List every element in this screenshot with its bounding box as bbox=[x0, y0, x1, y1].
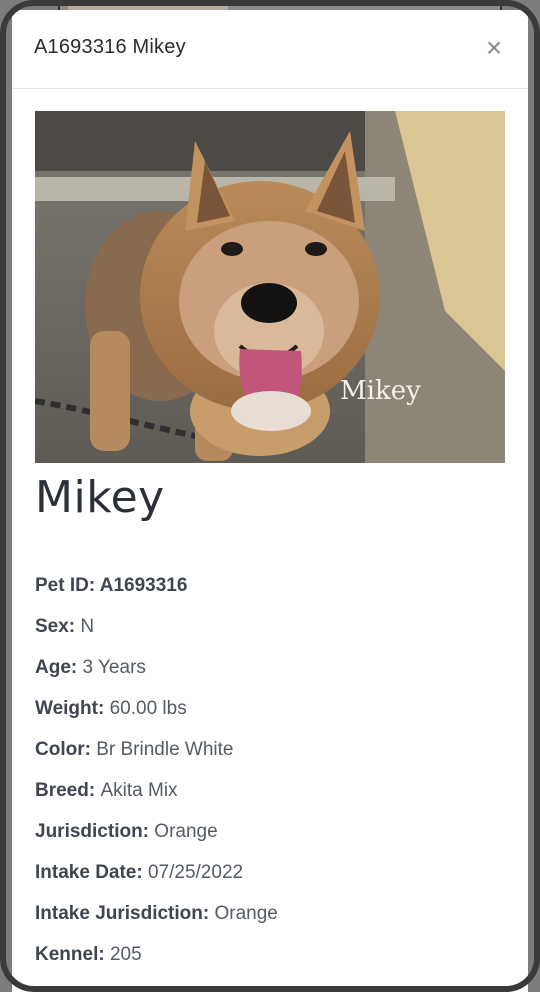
detail-label: Jurisdiction: bbox=[35, 821, 155, 842]
pet-name-heading: Mikey bbox=[35, 472, 165, 523]
detail-value: Orange bbox=[154, 821, 218, 842]
detail-label: Breed: bbox=[35, 780, 101, 801]
detail-label: Kennel: bbox=[35, 944, 110, 965]
detail-value: 205 bbox=[109, 944, 142, 965]
detail-value: Orange bbox=[214, 903, 278, 924]
detail-label: Sex: bbox=[35, 616, 81, 637]
close-button[interactable]: × bbox=[480, 34, 508, 62]
detail-kennel: Kennel: 205 bbox=[35, 943, 505, 984]
modal-header: A1693316 Mikey × bbox=[12, 10, 528, 89]
pet-photo-image: Mikey bbox=[35, 111, 505, 463]
pet-details-list: Pet ID: A1693316 Sex: N Age: 3 Years Wei… bbox=[35, 574, 505, 984]
detail-age: Age: 3 Years bbox=[35, 656, 505, 697]
detail-pet-id: Pet ID: A1693316 bbox=[35, 574, 505, 615]
detail-sex: Sex: N bbox=[35, 615, 505, 656]
detail-value: 3 Years bbox=[82, 657, 146, 678]
detail-jurisdiction: Jurisdiction: Orange bbox=[35, 820, 505, 861]
pet-detail-modal: A1693316 Mikey × Mikey Mikey Pet ID: A16… bbox=[12, 10, 528, 992]
detail-label: Color: bbox=[35, 739, 97, 760]
detail-label: Pet ID: bbox=[35, 575, 100, 596]
detail-label: Intake Jurisdiction: bbox=[35, 903, 215, 924]
detail-breed: Breed: Akita Mix bbox=[35, 779, 505, 820]
detail-value: Br Brindle White bbox=[96, 739, 234, 760]
detail-value: Akita Mix bbox=[100, 780, 178, 801]
detail-label: Weight: bbox=[35, 698, 110, 719]
detail-intake-jurisdiction: Intake Jurisdiction: Orange bbox=[35, 902, 505, 943]
detail-intake-date: Intake Date: 07/25/2022 bbox=[35, 861, 505, 902]
detail-value: N bbox=[80, 616, 95, 637]
detail-value: 60.00 lbs bbox=[109, 698, 187, 719]
detail-label: Age: bbox=[35, 657, 83, 678]
detail-value: 07/25/2022 bbox=[147, 862, 244, 883]
detail-value: A1693316 bbox=[99, 575, 188, 596]
detail-color: Color: Br Brindle White bbox=[35, 738, 505, 779]
modal-title: A1693316 Mikey bbox=[34, 36, 186, 58]
detail-label: Intake Date: bbox=[35, 862, 148, 883]
detail-weight: Weight: 60.00 lbs bbox=[35, 697, 505, 738]
photo-overlay-text: Mikey bbox=[340, 376, 421, 406]
pet-photo: Mikey bbox=[35, 111, 505, 463]
